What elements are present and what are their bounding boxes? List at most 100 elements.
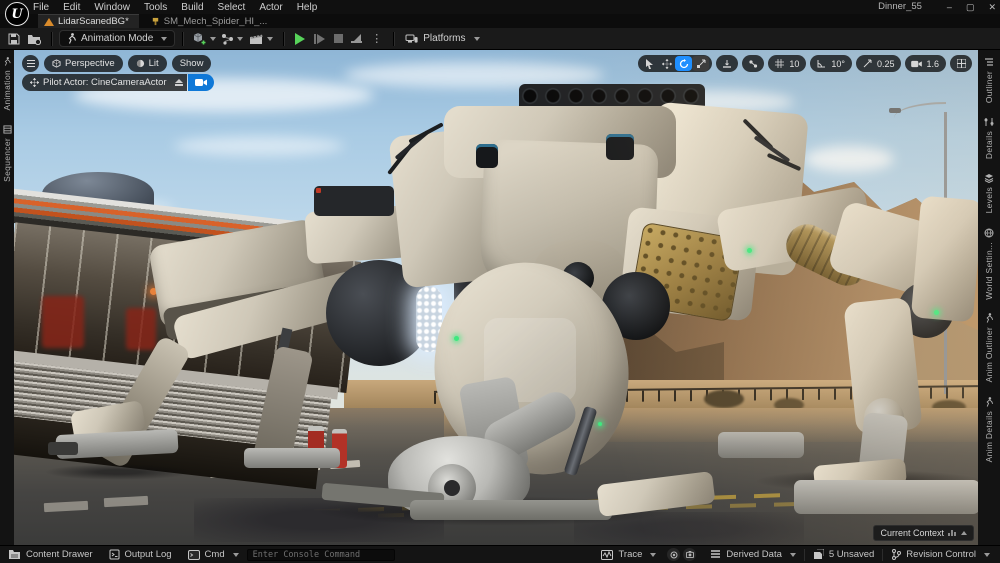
menu-select[interactable]: Select (218, 2, 246, 13)
camera-speed-icon (908, 56, 925, 71)
surface-snap-icon[interactable] (721, 56, 733, 71)
diner-interior (126, 308, 156, 350)
browse-content-icon[interactable] (24, 30, 44, 48)
mech-toe-plate (410, 500, 612, 520)
anim-details-tab-label: Anim Details (984, 411, 994, 462)
sidebar-tab-anim-details[interactable]: Anim Details (978, 390, 1000, 469)
scale-snap-toggle[interactable]: 0.25 (856, 55, 902, 72)
caret-down-icon (474, 37, 480, 41)
animation-mode-icon (67, 33, 76, 44)
lit-icon (136, 59, 145, 68)
minimize-button[interactable]: – (947, 0, 952, 14)
sidebar-tab-details[interactable]: Details (978, 110, 1000, 166)
console-icon (188, 550, 200, 560)
menu-window[interactable]: Window (94, 2, 130, 13)
screenshot-icon[interactable] (683, 548, 696, 561)
viewport-options-menu[interactable] (22, 55, 39, 72)
lit-dropdown[interactable]: Lit (128, 55, 167, 72)
play-button[interactable] (295, 33, 305, 45)
lit-label: Lit (149, 58, 159, 69)
rotate-tool-icon[interactable] (675, 56, 692, 71)
trace-icon (601, 550, 613, 560)
content-drawer-button[interactable]: Content Drawer (0, 546, 101, 563)
viewport-layout-icon[interactable] (955, 56, 967, 71)
mech-sensor-eye (606, 134, 634, 160)
derived-data-dropdown[interactable]: Derived Data (702, 546, 803, 563)
camera-speed-control[interactable]: 1.6 (905, 55, 946, 72)
sequencer-tab-label: Sequencer (2, 138, 12, 182)
trace-dropdown[interactable]: Trace (593, 546, 664, 563)
animation-tab-label: Animation (2, 70, 12, 111)
caret-down-icon (267, 37, 273, 41)
tab-level[interactable]: LidarScanedBG* (38, 14, 139, 28)
show-dropdown[interactable]: Show (172, 55, 212, 72)
mode-selector[interactable]: Animation Mode (59, 30, 175, 47)
cmd-dropdown[interactable]: Cmd (180, 546, 247, 563)
platforms-button[interactable]: Platforms (401, 30, 483, 48)
grid-snap-icon (771, 56, 788, 71)
animation-tab-icon (3, 57, 11, 66)
output-log-icon (109, 549, 120, 560)
toolbar-separator (393, 32, 394, 46)
rotation-snap-value: 10° (830, 59, 849, 69)
caret-down-icon (210, 37, 216, 41)
rotation-snap-toggle[interactable]: 10° (810, 55, 852, 72)
blueprints-icon[interactable] (218, 30, 246, 48)
sidebar-tab-world-settings[interactable]: World Settin... (978, 221, 1000, 307)
unreal-editor-window: U File Edit Window Tools Build Select Ac… (0, 0, 1000, 563)
output-log-button[interactable]: Output Log (101, 546, 180, 563)
launch-button[interactable] (352, 34, 362, 43)
translate-tool-icon[interactable] (658, 56, 675, 71)
menu-actor[interactable]: Actor (259, 2, 282, 13)
world-settings-icon (984, 228, 994, 238)
unsaved-button[interactable]: 5 Unsaved (805, 546, 882, 563)
anim-outliner-tab-label: Anim Outliner (984, 327, 994, 382)
street-lamp-head (889, 108, 901, 113)
diner-interior (42, 296, 84, 348)
menu-bar: File Edit Window Tools Build Select Acto… (33, 2, 317, 13)
camera-view-toggle[interactable] (188, 74, 214, 91)
console-command-input[interactable] (247, 549, 395, 561)
current-context-button[interactable]: Current Context (873, 525, 974, 541)
caret-down-icon (790, 553, 796, 557)
cinematics-icon[interactable] (246, 30, 276, 48)
maximize-button[interactable]: ▢ (966, 0, 975, 14)
trace-label: Trace (618, 549, 642, 560)
playback-options-icon[interactable]: ⋮ (371, 34, 382, 44)
content-drawer-icon (8, 549, 21, 560)
insights-record-icon[interactable] (667, 548, 680, 561)
close-button[interactable]: ✕ (988, 0, 996, 14)
grid-snap-toggle[interactable]: 10 (768, 55, 806, 72)
eject-pilot-icon[interactable] (175, 79, 183, 86)
add-actor-icon[interactable] (190, 30, 218, 48)
revision-control-dropdown[interactable]: Revision Control (883, 546, 1000, 563)
sidebar-tab-levels[interactable]: Levels (978, 166, 1000, 220)
stats-icon (948, 529, 957, 537)
unreal-logo-icon[interactable]: U (5, 2, 29, 26)
cmd-label: Cmd (205, 549, 225, 560)
left-sidebar: Animation Sequencer (0, 50, 14, 545)
menu-edit[interactable]: Edit (63, 2, 80, 13)
menu-build[interactable]: Build (181, 2, 203, 13)
perspective-icon (52, 59, 61, 68)
save-all-icon (813, 549, 824, 560)
unsaved-label: 5 Unsaved (829, 549, 874, 560)
sidebar-tab-animation[interactable]: Animation (0, 50, 14, 118)
skip-ahead-button[interactable] (314, 34, 325, 44)
snap-options-icon[interactable] (747, 56, 759, 71)
sidebar-tab-outliner[interactable]: Outliner (978, 50, 1000, 110)
menu-help[interactable]: Help (297, 2, 318, 13)
stop-button[interactable] (334, 34, 343, 43)
menu-file[interactable]: File (33, 2, 49, 13)
select-tool-icon[interactable] (641, 56, 658, 71)
perspective-dropdown[interactable]: Perspective (44, 55, 123, 72)
menu-tools[interactable]: Tools (144, 2, 167, 13)
world-settings-tab-label: World Settin... (984, 242, 994, 300)
pilot-actor-bar[interactable]: Pilot Actor: CineCameraActor (22, 74, 187, 91)
scale-tool-icon[interactable] (692, 56, 709, 71)
tab-static-mesh[interactable]: SM_Mech_Spider_HI_... (145, 14, 278, 28)
save-icon[interactable] (4, 30, 24, 48)
level-viewport[interactable]: Perspective Lit Show Pilot Actor: CineCa… (14, 50, 978, 545)
sidebar-tab-anim-outliner[interactable]: Anim Outliner (978, 306, 1000, 389)
sidebar-tab-sequencer[interactable]: Sequencer (0, 118, 14, 189)
